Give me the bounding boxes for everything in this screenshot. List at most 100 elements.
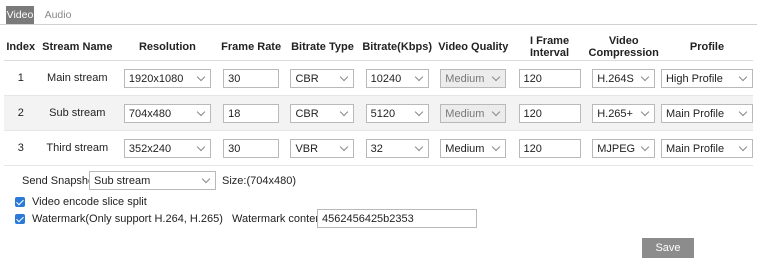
video-quality-value: Medium — [445, 142, 485, 155]
resolution-select[interactable]: 1920x1080 — [123, 68, 211, 88]
frame-rate-input[interactable]: 18 — [223, 103, 280, 123]
profile-value: Main Profile — [665, 107, 725, 120]
chevron-down-icon — [340, 107, 349, 116]
snapshot-size-text: Size:(704x480) — [222, 175, 296, 187]
video-compression-select[interactable]: H.265+ — [592, 103, 656, 123]
header-stream-name: Stream Name — [37, 33, 118, 61]
chevron-down-icon — [492, 72, 501, 81]
bitrate-type-select[interactable]: CBR — [290, 68, 355, 88]
frame-rate-input[interactable]: 30 — [223, 138, 280, 158]
row-stream-name: Third stream — [37, 130, 118, 166]
watermark-content-label: Watermark content: — [232, 213, 328, 225]
header-index: Index — [4, 33, 38, 61]
chevron-down-icon — [738, 72, 748, 81]
chevron-down-icon — [492, 142, 501, 151]
chevron-down-icon — [414, 142, 423, 151]
tab-audio[interactable]: Audio — [38, 6, 78, 24]
video-quality-select[interactable]: Medium — [440, 138, 507, 158]
video-compression-select[interactable]: MJPEG — [592, 138, 656, 158]
profile-value: Main Profile — [665, 142, 725, 155]
header-iframe-line1: I Frame — [529, 34, 570, 47]
watermark-content-input[interactable]: 4562456425b2353 — [317, 209, 477, 228]
chevron-down-icon — [201, 174, 211, 184]
table-row: 2 Sub stream 704x480 18 CBR 5120 Medium … — [4, 95, 753, 131]
table-row: 1 Main stream 1920x1080 30 CBR 10240 Med… — [4, 60, 753, 96]
chevron-down-icon — [738, 142, 748, 151]
video-compression-value: H.265+ — [597, 107, 633, 120]
resolution-select[interactable]: 352x240 — [123, 138, 211, 158]
bitrate-type-value: CBR — [295, 107, 319, 120]
tab-bar: Video Audio — [0, 0, 757, 25]
video-compression-value: H.264S — [597, 72, 634, 85]
resolution-value: 704x480 — [128, 107, 172, 120]
profile-select[interactable]: Main Profile — [660, 138, 753, 158]
row-stream-name: Main stream — [37, 60, 118, 96]
send-snapshot-label: Send Snapshot — [22, 175, 98, 187]
row-index: 1 — [4, 60, 38, 96]
bitrate-value: 10240 — [370, 72, 402, 85]
iframe-interval-input[interactable]: 120 — [518, 103, 581, 123]
chevron-down-icon — [414, 72, 423, 81]
frame-rate-input[interactable]: 30 — [223, 68, 280, 88]
bitrate-value: 32 — [370, 142, 383, 155]
iframe-interval-input[interactable]: 120 — [518, 138, 581, 158]
profile-select[interactable]: Main Profile — [660, 103, 753, 123]
header-video-compression: Video Compression — [586, 33, 661, 61]
video-compression-value: MJPEG — [597, 142, 636, 155]
chevron-down-icon — [340, 72, 349, 81]
header-bitrate-type: Bitrate Type — [284, 33, 361, 61]
row-index: 3 — [4, 130, 38, 166]
chevron-down-icon — [492, 107, 501, 116]
slice-split-checkbox[interactable] — [15, 197, 25, 207]
video-compression-select[interactable]: H.264S — [592, 68, 656, 88]
video-quality-value: Medium — [445, 72, 485, 85]
chevron-down-icon — [640, 72, 650, 81]
resolution-value: 1920x1080 — [128, 72, 184, 85]
table-row: 3 Third stream 352x240 30 VBR 32 Medium … — [4, 130, 753, 166]
send-snapshot-value: Sub stream — [94, 175, 151, 187]
save-button[interactable]: Save — [642, 238, 694, 258]
header-profile: Profile — [660, 33, 753, 61]
chevron-down-icon — [196, 142, 206, 151]
chevron-down-icon — [340, 142, 349, 151]
iframe-interval-input[interactable]: 120 — [518, 68, 581, 88]
watermark-label: Watermark(Only support H.264, H.265) — [32, 213, 223, 225]
video-quality-value: Medium — [445, 107, 485, 120]
send-snapshot-select[interactable]: Sub stream — [89, 171, 216, 190]
profile-select[interactable]: High Profile — [660, 68, 753, 88]
bitrate-select[interactable]: 10240 — [365, 68, 429, 88]
bitrate-select[interactable]: 32 — [365, 138, 429, 158]
table-header-row: Index Stream Name Resolution Frame Rate … — [4, 33, 753, 61]
row-stream-name: Sub stream — [37, 95, 118, 131]
header-resolution: Resolution — [117, 33, 218, 61]
bitrate-type-select[interactable]: VBR — [290, 138, 355, 158]
header-compression-line2: Compression — [588, 46, 659, 59]
header-frame-rate: Frame Rate — [217, 33, 285, 61]
bitrate-select[interactable]: 5120 — [365, 103, 429, 123]
chevron-down-icon — [196, 107, 206, 116]
watermark-checkbox[interactable] — [15, 214, 25, 224]
profile-value: High Profile — [665, 72, 723, 85]
chevron-down-icon — [640, 142, 650, 151]
resolution-value: 352x240 — [128, 142, 172, 155]
video-quality-select: Medium — [440, 68, 507, 88]
bitrate-type-select[interactable]: CBR — [290, 103, 355, 123]
chevron-down-icon — [414, 107, 423, 116]
header-iframe-line2: Interval — [529, 46, 570, 59]
header-iframe-interval: I Frame Interval — [512, 33, 587, 61]
stream-table: Index Stream Name Resolution Frame Rate … — [4, 33, 753, 166]
chevron-down-icon — [196, 72, 206, 81]
bitrate-value: 5120 — [370, 107, 396, 120]
header-video-quality: Video Quality — [433, 33, 513, 61]
header-bitrate: Bitrate(Kbps) — [360, 33, 434, 61]
header-compression-line1: Video — [608, 34, 639, 47]
resolution-select[interactable]: 704x480 — [123, 103, 211, 123]
chevron-down-icon — [738, 107, 748, 116]
tab-video[interactable]: Video — [6, 6, 34, 24]
row-index: 2 — [4, 95, 38, 131]
video-quality-select: Medium — [440, 103, 507, 123]
slice-split-label: Video encode slice split — [32, 196, 147, 208]
chevron-down-icon — [640, 107, 650, 116]
bitrate-type-value: CBR — [295, 72, 319, 85]
bitrate-type-value: VBR — [295, 142, 319, 155]
